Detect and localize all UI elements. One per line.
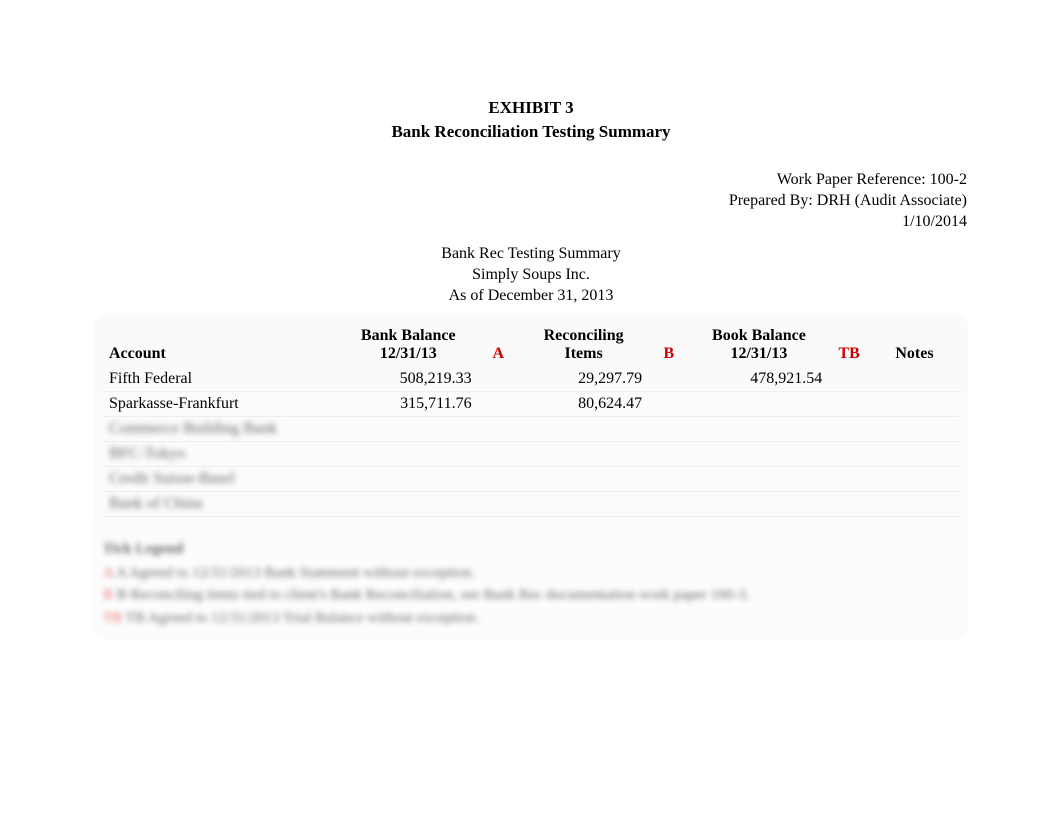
tb-tick-cell <box>828 416 870 441</box>
account-cell: BFC-Tokyo <box>103 441 339 466</box>
bank-balance-cell <box>339 466 478 491</box>
prepared-date: 1/10/2014 <box>95 212 967 233</box>
legend-b: B B Reconciling items tied to client's B… <box>103 584 959 607</box>
reconciling-cell: 29,297.79 <box>519 367 648 392</box>
center-info: Bank Rec Testing Summary Simply Soups In… <box>95 244 967 306</box>
col-tb: TB <box>828 323 870 367</box>
tb-tick-cell <box>828 466 870 491</box>
b-tick-cell <box>648 466 690 491</box>
b-tick-cell <box>648 441 690 466</box>
book-balance-cell <box>690 441 829 466</box>
table-row: Credit Suisse-Basel <box>103 466 959 491</box>
account-cell: Bank of China <box>103 491 339 516</box>
account-cell: Credit Suisse-Basel <box>103 466 339 491</box>
reconciling-cell <box>519 441 648 466</box>
reconciliation-table: Account Bank Balance 12/31/13 A Reconcil… <box>103 323 959 517</box>
b-tick-cell <box>648 367 690 392</box>
a-tick-cell <box>478 441 520 466</box>
table-row: Sparkasse-Frankfurt315,711.76 80,624.47 <box>103 391 959 416</box>
book-balance-cell <box>690 466 829 491</box>
bank-balance-cell <box>339 491 478 516</box>
tb-tick-cell <box>828 367 870 392</box>
col-reconciling: Reconciling Items <box>519 323 648 367</box>
book-balance-cell <box>690 416 829 441</box>
book-balance-cell <box>690 491 829 516</box>
book-balance-cell <box>690 391 829 416</box>
notes-cell <box>870 441 959 466</box>
reconciling-cell <box>519 416 648 441</box>
bank-balance-cell <box>339 441 478 466</box>
reconciling-cell <box>519 491 648 516</box>
table-row: Fifth Federal508,219.33 29,297.79 478,921.… <box>103 367 959 392</box>
col-bank-balance: Bank Balance 12/31/13 <box>339 323 478 367</box>
table-container: Account Bank Balance 12/31/13 A Reconcil… <box>95 315 967 638</box>
account-cell: Commerce Building Bank <box>103 416 339 441</box>
company-name: Simply Soups Inc. <box>95 265 967 286</box>
col-a: A <box>478 323 520 367</box>
meta-block: Work Paper Reference: 100-2 Prepared By:… <box>95 170 967 232</box>
a-tick-cell <box>478 466 520 491</box>
tick-legend: Tick Legend A A Agreed to 12/31/2013 Ban… <box>103 541 959 630</box>
tb-tick-cell <box>828 391 870 416</box>
bank-balance-cell: 315,711.76 <box>339 391 478 416</box>
account-cell: Fifth Federal <box>103 367 339 392</box>
notes-cell <box>870 391 959 416</box>
bank-balance-cell: 508,219.33 <box>339 367 478 392</box>
col-account: Account <box>103 323 339 367</box>
exhibit-subtitle: Bank Reconciliation Testing Summary <box>95 122 967 142</box>
notes-cell <box>870 416 959 441</box>
b-tick-cell <box>648 491 690 516</box>
as-of-date: As of December 31, 2013 <box>95 286 967 307</box>
report-name: Bank Rec Testing Summary <box>95 244 967 265</box>
notes-cell <box>870 367 959 392</box>
table-row: Bank of China <box>103 491 959 516</box>
reconciling-cell: 80,624.47 <box>519 391 648 416</box>
a-tick-cell <box>478 416 520 441</box>
a-tick-cell <box>478 391 520 416</box>
notes-cell <box>870 491 959 516</box>
wp-ref: Work Paper Reference: 100-2 <box>95 170 967 191</box>
col-b: B <box>648 323 690 367</box>
tb-tick-cell <box>828 441 870 466</box>
a-tick-cell <box>478 491 520 516</box>
tb-tick-cell <box>828 491 870 516</box>
legend-a: A A Agreed to 12/31/2013 Bank Statement … <box>103 562 959 585</box>
account-cell: Sparkasse-Frankfurt <box>103 391 339 416</box>
legend-tb: TB TB Agreed to 12/31/2013 Trial Balance… <box>103 607 959 630</box>
table-row: BFC-Tokyo <box>103 441 959 466</box>
b-tick-cell <box>648 391 690 416</box>
exhibit-title: EXHIBIT 3 <box>95 98 967 118</box>
a-tick-cell <box>478 367 520 392</box>
notes-cell <box>870 466 959 491</box>
col-notes: Notes <box>870 323 959 367</box>
col-book-balance: Book Balance 12/31/13 <box>690 323 829 367</box>
legend-title: Tick Legend <box>103 541 959 558</box>
b-tick-cell <box>648 416 690 441</box>
prepared-by: Prepared By: DRH (Audit Associate) <box>95 191 967 212</box>
table-row: Commerce Building Bank <box>103 416 959 441</box>
book-balance-cell: 478,921.54 <box>690 367 829 392</box>
reconciling-cell <box>519 466 648 491</box>
bank-balance-cell <box>339 416 478 441</box>
